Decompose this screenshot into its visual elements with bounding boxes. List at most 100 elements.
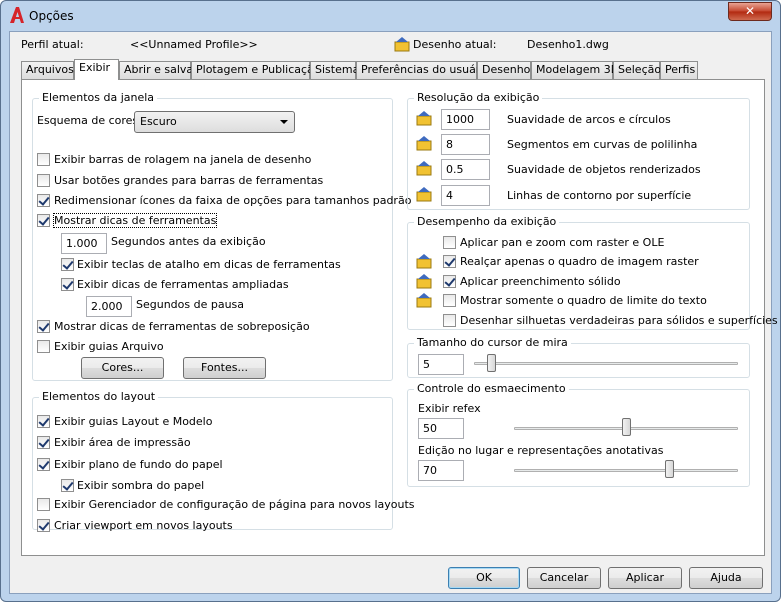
paper-background-checkbox[interactable] — [37, 458, 50, 471]
layout-elements-group: Elementos do layout Exibir guias Layout … — [32, 390, 415, 532]
drawing-saved-icon — [416, 161, 432, 176]
solid-fill-checkbox[interactable] — [443, 275, 456, 288]
large-buttons-checkbox[interactable] — [37, 174, 50, 187]
large-buttons-label: Usar botões grandes para barras de ferra… — [54, 174, 324, 187]
exibir-panel: Elementos da janela Esquema de cores: Es… — [21, 79, 778, 556]
highlight-raster-frame-checkbox[interactable] — [443, 255, 456, 268]
tooltip-delay-label: Segundos antes da exibição — [111, 235, 266, 248]
tab-selecao[interactable]: Seleção — [613, 61, 661, 79]
contour-lines-label: Linhas de contorno por superfície — [507, 189, 692, 202]
inplace-fade-slider-track[interactable] — [514, 469, 738, 472]
create-viewport-checkbox[interactable] — [37, 519, 50, 532]
resize-ribbon-icons-checkbox[interactable] — [37, 194, 50, 207]
tab-arquivos[interactable]: Arquivos — [21, 61, 74, 79]
tab-abrir-salvar[interactable]: Abrir e salvar — [119, 61, 198, 79]
text-boundary-frame-checkbox[interactable] — [443, 294, 456, 307]
extended-tips-checkbox[interactable] — [61, 278, 74, 291]
drawing-saved-icon — [416, 274, 432, 289]
xref-fade-slider-thumb[interactable] — [621, 418, 631, 436]
drawing-file-icon — [394, 37, 410, 52]
drawing-saved-icon — [416, 136, 432, 151]
options-window: Opções ✕ Perfil atual: <<Unnamed Profile… — [0, 0, 781, 602]
crosshair-size-input[interactable]: 5 — [418, 354, 464, 375]
inplace-fade-input[interactable]: 70 — [418, 460, 464, 481]
apply-button[interactable]: Aplicar — [608, 567, 682, 589]
extended-tips-label: Exibir dicas de ferramentas ampliadas — [77, 278, 289, 291]
xref-fade-input[interactable]: 50 — [418, 418, 464, 439]
window-elements-group: Elementos da janela Esquema de cores: Es… — [32, 91, 411, 381]
window-elements-title: Elementos da janela — [39, 91, 158, 104]
pause-seconds-label: Segundos de pausa — [136, 298, 245, 311]
printable-area-label: Exibir área de impressão — [54, 436, 191, 449]
tab-modelagem-3d[interactable]: Modelagem 3D — [531, 61, 619, 79]
shortcut-keys-checkbox[interactable] — [61, 258, 74, 271]
colors-button[interactable]: Cores... — [81, 357, 164, 379]
tab-desenho[interactable]: Desenho — [477, 61, 531, 79]
resize-ribbon-icons-label: Redimensionar ícones da faixa de opções … — [54, 194, 412, 207]
highlight-raster-frame-label: Realçar apenas o quadro de imagem raster — [460, 255, 699, 268]
page-setup-manager-checkbox[interactable] — [37, 498, 50, 511]
contour-lines-input[interactable]: 4 — [441, 185, 490, 206]
help-button[interactable]: Ajuda — [689, 567, 763, 589]
paper-background-label: Exibir plano de fundo do papel — [54, 458, 223, 471]
display-resolution-group: Resolução da exibição 1000 Suavidade de … — [407, 91, 750, 210]
drawing-saved-icon — [416, 293, 432, 308]
layout-elements-title: Elementos do layout — [39, 390, 159, 403]
cancel-button[interactable]: Cancelar — [527, 567, 601, 589]
tab-exibir[interactable]: Exibir — [74, 59, 119, 80]
color-scheme-value: Escuro — [140, 115, 177, 128]
title-bar[interactable]: Opções ✕ — [1, 1, 780, 31]
scrollbars-checkbox[interactable] — [37, 153, 50, 166]
color-scheme-select[interactable]: Escuro — [134, 111, 295, 133]
window-title: Opções — [29, 9, 74, 23]
crosshair-slider-track[interactable] — [474, 362, 738, 365]
fade-control-group: Controle do esmaecimento Exibir refex 50… — [407, 382, 750, 487]
solid-fill-label: Aplicar preenchimento sólido — [460, 275, 621, 288]
paper-shadow-label: Exibir sombra do papel — [77, 479, 205, 492]
crosshair-size-title: Tamanho do cursor de mira — [414, 336, 571, 349]
printable-area-checkbox[interactable] — [37, 436, 50, 449]
file-tabs-checkbox[interactable] — [37, 340, 50, 353]
crosshair-slider-thumb[interactable] — [486, 354, 496, 372]
ok-button[interactable]: OK — [448, 567, 520, 589]
current-drawing-value: Desenho1.dwg — [527, 38, 609, 51]
current-drawing-label: Desenho atual: — [413, 38, 497, 51]
tooltip-delay-input[interactable]: 1.000 — [61, 233, 107, 254]
close-icon: ✕ — [744, 4, 756, 18]
show-tooltips-checkbox[interactable] — [37, 214, 50, 227]
paper-shadow-checkbox[interactable] — [61, 479, 74, 492]
tab-preferencias[interactable]: Preferências do usuário — [356, 61, 490, 79]
polyline-segments-input[interactable]: 8 — [441, 134, 490, 155]
rollover-tips-checkbox[interactable] — [37, 320, 50, 333]
dialog-body: Perfil atual: <<Unnamed Profile>> Desenh… — [9, 31, 778, 594]
shortcut-keys-label: Exibir teclas de atalho em dicas de ferr… — [77, 258, 341, 271]
color-scheme-label: Esquema de cores: — [37, 114, 142, 127]
true-silhouettes-checkbox[interactable] — [443, 314, 456, 327]
fonts-button[interactable]: Fontes... — [183, 357, 266, 379]
close-button[interactable]: ✕ — [728, 2, 772, 21]
text-boundary-frame-label: Mostrar somente o quadro de limite do te… — [460, 294, 707, 307]
display-resolution-title: Resolução da exibição — [414, 91, 543, 104]
rollover-tips-label: Mostrar dicas de ferramentas de sobrepos… — [54, 320, 310, 333]
arc-smoothness-input[interactable]: 1000 — [441, 109, 490, 130]
true-silhouettes-label: Desenhar silhuetas verdadeiras para sóli… — [460, 314, 778, 327]
show-tooltips-label: Mostrar dicas de ferramentas — [52, 213, 218, 228]
tab-plotagem[interactable]: Plotagem e Publicação — [191, 61, 321, 79]
inplace-fade-label: Edição no lugar e representações anotati… — [418, 444, 664, 457]
tab-perfis[interactable]: Perfis — [660, 61, 698, 79]
pan-zoom-raster-checkbox[interactable] — [443, 236, 456, 249]
page-setup-manager-label: Exibir Gerenciador de configuração de pá… — [54, 498, 415, 511]
tab-sistema[interactable]: Sistema — [310, 61, 359, 79]
layout-model-tabs-checkbox[interactable] — [37, 415, 50, 428]
current-profile-value: <<Unnamed Profile>> — [130, 38, 258, 51]
fade-control-title: Controle do esmaecimento — [414, 382, 569, 395]
display-performance-group: Desempenho da exibição Aplicar pan e zoo… — [407, 215, 778, 330]
rendered-smoothness-label: Suavidade de objetos renderizados — [507, 163, 701, 176]
current-profile-label: Perfil atual: — [21, 38, 84, 51]
create-viewport-label: Criar viewport em novos layouts — [54, 519, 233, 532]
inplace-fade-slider-thumb[interactable] — [664, 460, 674, 478]
layout-model-tabs-label: Exibir guias Layout e Modelo — [54, 415, 213, 428]
pause-seconds-input[interactable]: 2.000 — [86, 296, 132, 317]
arc-smoothness-label: Suavidade de arcos e círculos — [507, 113, 671, 126]
rendered-smoothness-input[interactable]: 0.5 — [441, 159, 490, 180]
